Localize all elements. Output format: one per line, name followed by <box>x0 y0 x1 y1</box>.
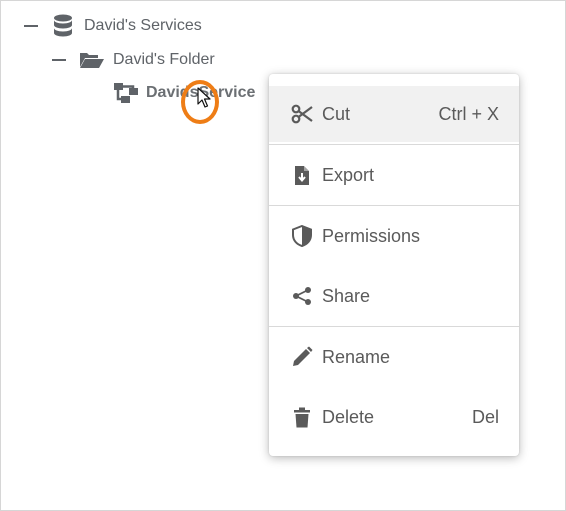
scissors-icon <box>291 103 313 125</box>
menu-item-label: Rename <box>322 346 391 367</box>
collapse-icon[interactable] <box>24 25 38 27</box>
menu-item-label: Export <box>322 164 375 185</box>
menu-divider <box>269 205 519 206</box>
shield-icon <box>291 225 313 247</box>
menu-divider <box>269 144 519 145</box>
file-export-icon <box>291 164 313 186</box>
sitemap-icon <box>113 82 139 104</box>
context-menu: Cut Ctrl + X Export Permissions Share Re… <box>269 74 519 456</box>
collapse-icon[interactable] <box>52 59 66 61</box>
menu-item-delete[interactable]: Delete Del <box>269 389 519 445</box>
tree-item-root[interactable]: David's Services <box>24 14 202 38</box>
menu-item-shortcut: Ctrl + X <box>438 103 499 124</box>
menu-item-cut[interactable]: Cut Ctrl + X <box>269 86 519 142</box>
menu-item-export[interactable]: Export <box>269 147 519 203</box>
folder-open-icon <box>79 51 105 69</box>
menu-item-permissions[interactable]: Permissions <box>269 208 519 264</box>
menu-item-label: Delete <box>322 406 375 427</box>
menu-item-label: Share <box>322 285 371 306</box>
share-icon <box>291 285 313 307</box>
tree-item-label: David's Services <box>84 17 202 34</box>
database-icon <box>52 14 74 38</box>
menu-divider <box>269 326 519 327</box>
menu-item-shortcut: Del <box>471 406 499 427</box>
mouse-pointer-icon <box>197 87 211 114</box>
tree-item-folder[interactable]: David's Folder <box>52 48 215 72</box>
trash-icon <box>291 406 313 428</box>
menu-item-share[interactable]: Share <box>269 268 519 324</box>
menu-item-label: Permissions <box>322 225 421 246</box>
menu-item-label: Cut <box>322 103 351 124</box>
pencil-icon <box>291 346 313 368</box>
tree-item-label: David's Folder <box>113 51 215 68</box>
menu-item-rename[interactable]: Rename <box>269 329 519 385</box>
